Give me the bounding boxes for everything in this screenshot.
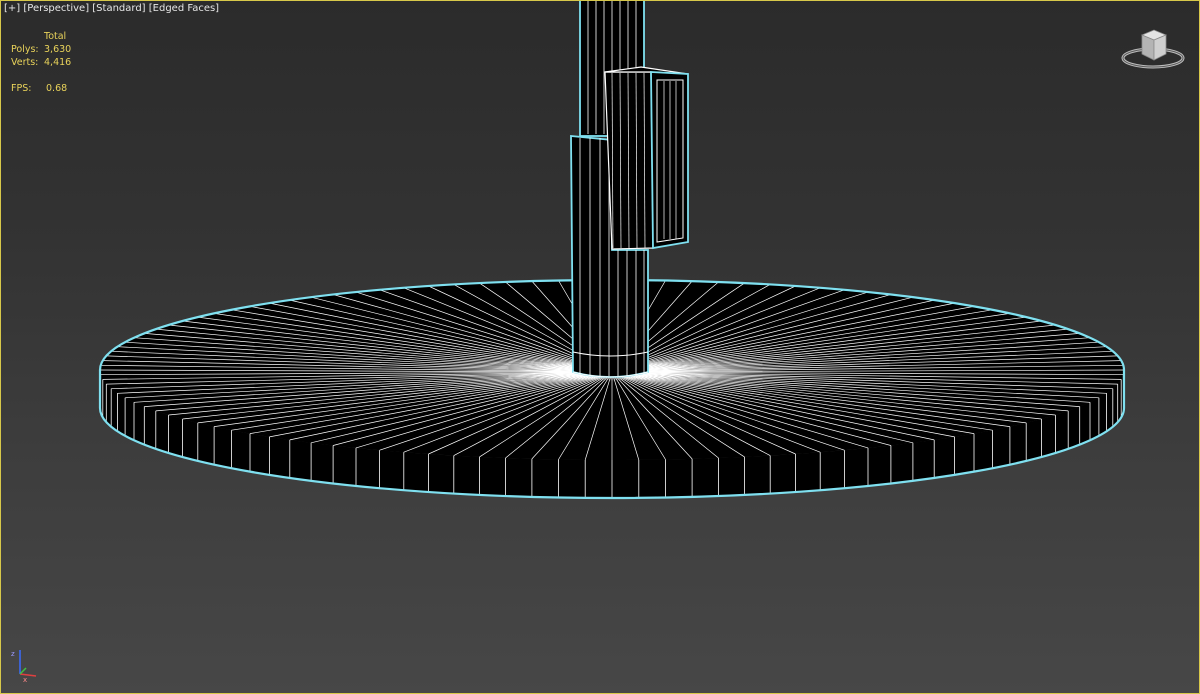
polys-value: 3,630: [44, 44, 72, 55]
statistics-overlay: Total Polys: 3,630 Verts: 4,416 FPS: 0.6…: [11, 30, 96, 95]
verts-label: Verts:: [11, 57, 39, 68]
polys-label: Polys:: [11, 44, 39, 55]
verts-value: 4,416: [44, 57, 72, 68]
switch-box-mesh[interactable]: [604, 66, 689, 250]
svg-text:x: x: [23, 676, 27, 684]
svg-text:z: z: [11, 650, 15, 658]
viewcube-icon[interactable]: [1120, 22, 1186, 72]
axis-tripod-icon: z x: [11, 650, 37, 684]
viewport-shading-menu[interactable]: [Standard]: [92, 3, 145, 14]
viewport-plus-menu[interactable]: [+]: [4, 3, 20, 14]
stats-total-header: Total: [44, 31, 67, 42]
viewport-view-menu[interactable]: [Perspective]: [23, 3, 89, 14]
viewport-display-menu[interactable]: [Edged Faces]: [149, 3, 219, 14]
fps-label: FPS:: [11, 83, 32, 94]
perspective-viewport[interactable]: [+] [Perspective] [Standard] [Edged Face…: [0, 0, 1200, 694]
scene-wireframe[interactable]: [0, 0, 1200, 694]
viewport-label: [+] [Perspective] [Standard] [Edged Face…: [4, 3, 219, 15]
fps-value: 0.68: [46, 83, 68, 94]
